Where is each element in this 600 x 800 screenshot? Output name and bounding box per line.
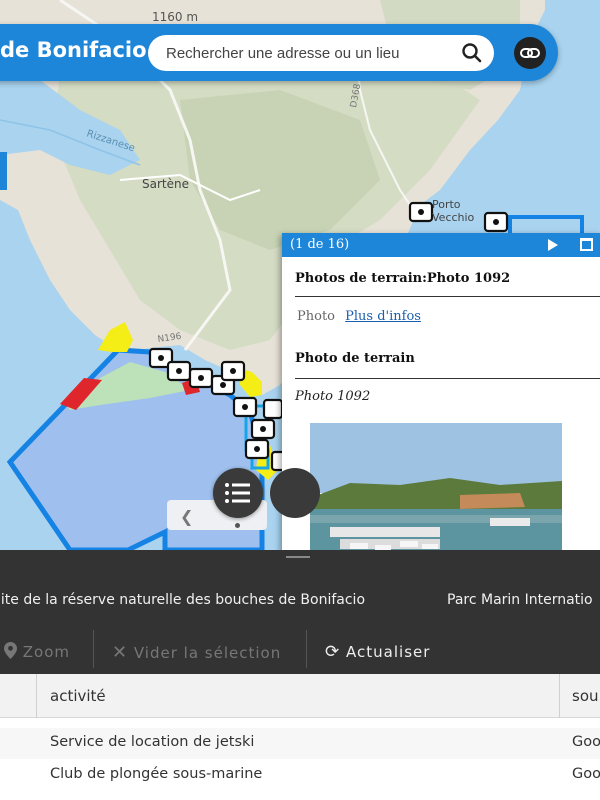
field-photo[interactable] (310, 423, 562, 550)
zoom-label: Zoom (22, 643, 71, 661)
app-header: de Bonifacio (0, 24, 558, 81)
table-header: activité sou (0, 674, 600, 718)
table-toolbar: Zoom ✕ Vider la sélection ⟳ Actualiser (0, 628, 600, 676)
column-header-activite[interactable]: activité (50, 687, 106, 705)
search-box[interactable] (148, 35, 494, 71)
clear-selection-label: Vider la sélection (133, 644, 282, 662)
label-porto: Porto (432, 198, 461, 211)
list-icon (225, 483, 250, 503)
field-photo-image (310, 423, 562, 550)
map-tool-button[interactable] (270, 468, 320, 518)
side-panel-tab[interactable] (0, 152, 7, 190)
zoom-button[interactable]: Zoom (4, 642, 70, 661)
location-pin-icon (4, 642, 17, 659)
cell-source: Goo (572, 766, 600, 782)
map-view[interactable]: 1160 m Sartène Porto Vecchio Rizzanese N… (0, 0, 600, 550)
column-header-source[interactable]: sou (572, 687, 599, 705)
cell-activite: Club de plongée sous-marine (50, 766, 263, 782)
column-divider (36, 674, 37, 718)
column-divider (559, 674, 560, 718)
cell-source: Goo (572, 734, 600, 750)
link-icon (520, 48, 540, 58)
tab-parc-marin[interactable]: Parc Marin Internatio (447, 592, 593, 608)
label-sartene: Sartène (142, 177, 189, 191)
feature-popup: (1 de 16) Photos de terrain:Photo 1092 P… (282, 233, 600, 550)
toolbar-divider (306, 630, 307, 668)
attribute-table-panel: nite de la réserve naturelle des bouches… (0, 550, 600, 800)
popup-counter: (1 de 16) (290, 237, 350, 252)
cell-activite: Service de location de jetski (50, 734, 255, 750)
table-row[interactable]: Club de plongée sous-marine Goo (0, 760, 600, 791)
toolbar-divider (93, 630, 94, 668)
tab-limite-reserve[interactable]: nite de la réserve naturelle des bouches… (0, 592, 365, 608)
maximize-icon[interactable] (580, 238, 593, 251)
app-title: de Bonifacio (0, 38, 147, 62)
search-button[interactable] (458, 39, 486, 67)
popup-title: Photos de terrain:Photo 1092 (295, 257, 600, 297)
photo-field-label: Photo (297, 309, 335, 324)
search-input[interactable] (166, 35, 436, 71)
more-info-link[interactable]: Plus d'infos (345, 309, 421, 324)
label-vecchio: Vecchio (432, 211, 475, 224)
layer-tabs: nite de la réserve naturelle des bouches… (0, 570, 600, 628)
share-link-button[interactable] (514, 37, 546, 69)
play-next-icon[interactable] (548, 239, 558, 251)
refresh-button[interactable]: ⟳ Actualiser (325, 642, 430, 662)
refresh-icon: ⟳ (325, 642, 341, 662)
search-icon (462, 43, 482, 63)
carousel-dot[interactable] (235, 523, 240, 528)
label-elevation: 1160 m (152, 10, 198, 24)
table-row[interactable]: Service de location de jetski Goo (0, 728, 600, 759)
attribute-table: activité sou Service de location de jets… (0, 674, 600, 800)
layer-list-button[interactable] (213, 468, 263, 518)
popup-header: (1 de 16) (282, 233, 600, 257)
close-x-icon: ✕ (112, 642, 129, 663)
refresh-label: Actualiser (346, 643, 431, 661)
resize-handle[interactable] (286, 556, 310, 558)
popup-section-title: Photo de terrain (295, 337, 600, 379)
photo-name: Photo 1092 (295, 389, 371, 404)
clear-selection-button[interactable]: ✕ Vider la sélection (112, 642, 281, 663)
chevron-left-icon[interactable]: ❮ (180, 507, 193, 526)
